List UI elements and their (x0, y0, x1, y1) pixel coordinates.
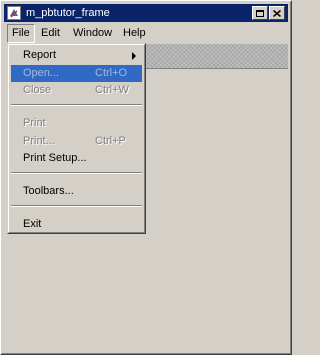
close-icon (273, 9, 281, 17)
app-icon[interactable] (7, 6, 21, 20)
menu-separator (11, 172, 142, 174)
menu-item-print-setup[interactable]: Print Setup... (11, 150, 142, 167)
menu-separator (11, 205, 142, 207)
menu-window[interactable]: Window (68, 24, 117, 43)
menu-item-close-shortcut: Ctrl+W (95, 84, 129, 96)
app-window: m_pbtutor_frame File Edit Window Help Re… (0, 0, 292, 355)
menu-file[interactable]: File (7, 24, 35, 43)
menu-item-report-label: Report (23, 49, 57, 61)
menu-item-exit-label: Exit (23, 218, 42, 230)
menu-item-open[interactable]: Open... Ctrl+O (11, 65, 142, 82)
menu-item-print-setup-label: Print Setup... (23, 152, 87, 164)
menu-item-print-dialog-shortcut: Ctrl+P (95, 135, 126, 147)
menu-item-open-label: Open... (23, 67, 60, 79)
submenu-arrow-icon (132, 52, 136, 60)
menu-window-label: Window (73, 27, 113, 39)
close-button[interactable] (269, 6, 285, 20)
restore-button[interactable] (252, 6, 268, 20)
menu-item-open-shortcut: Ctrl+O (95, 67, 128, 79)
restore-icon (256, 9, 264, 17)
menu-item-exit[interactable]: Exit (11, 216, 142, 233)
menu-bar: File Edit Window Help (4, 24, 288, 43)
menu-help-label: Help (123, 27, 146, 39)
menu-edit-label: Edit (41, 27, 60, 39)
window-title: m_pbtutor_frame (26, 7, 110, 19)
menu-item-print[interactable]: Print (11, 115, 142, 132)
menu-item-toolbars[interactable]: Toolbars... (11, 183, 142, 200)
menu-separator (11, 104, 142, 106)
menu-edit[interactable]: Edit (36, 24, 65, 43)
menu-item-print-dialog-label: Print... (23, 135, 55, 147)
title-bar[interactable]: m_pbtutor_frame (4, 4, 288, 22)
file-dropdown-menu: Report Open... Ctrl+O Close Ctrl+W Print… (7, 43, 146, 234)
menu-item-close[interactable]: Close Ctrl+W (11, 82, 142, 99)
menu-item-report[interactable]: Report (11, 47, 142, 64)
menu-file-label: File (12, 27, 30, 39)
menu-item-toolbars-label: Toolbars... (23, 185, 74, 197)
menu-help[interactable]: Help (118, 24, 151, 43)
menu-item-print-dialog[interactable]: Print... Ctrl+P (11, 133, 142, 150)
menu-item-print-label: Print (23, 117, 46, 129)
menu-item-close-label: Close (23, 84, 52, 96)
toolbar-area (144, 44, 288, 69)
